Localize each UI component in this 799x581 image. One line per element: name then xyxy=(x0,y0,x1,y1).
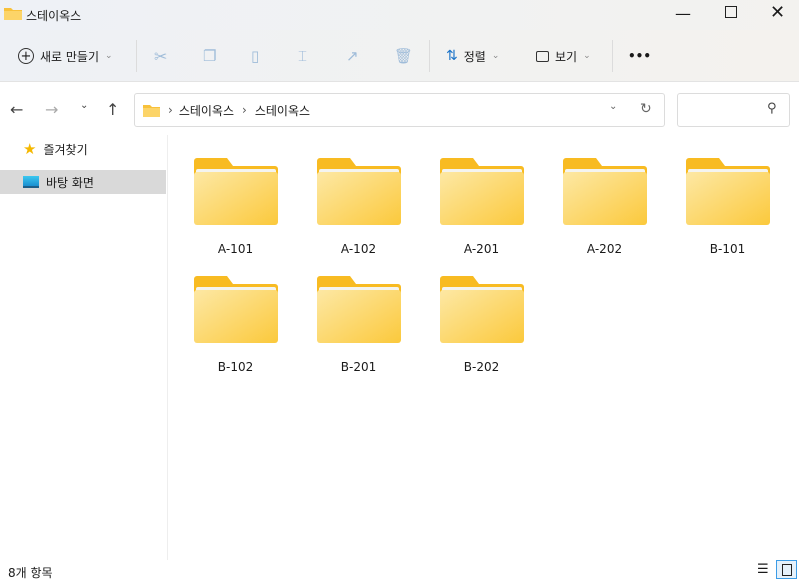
folder-icon xyxy=(685,158,770,225)
more-button[interactable]: ••• xyxy=(628,30,651,82)
folder-icon xyxy=(439,276,524,343)
folder-icon xyxy=(439,158,524,225)
item-count: 8개 항목 xyxy=(8,566,53,580)
chevron-down-icon: ⌄ xyxy=(491,51,500,61)
folder-name: A-101 xyxy=(217,242,254,256)
sort-label: 정렬 xyxy=(463,49,486,64)
new-button[interactable]: + 새로 만들기 ⌄ xyxy=(18,30,113,82)
folder-name: B-201 xyxy=(340,360,377,374)
folder-name: B-202 xyxy=(463,360,500,374)
command-bar: + 새로 만들기 ⌄ ✂ ❐ ▯ ⌶ ↗ 🗑︎ ⇅ 정렬 ⌄ 보기 ⌄ ••• xyxy=(0,30,799,82)
folder-name: A-201 xyxy=(463,242,500,256)
address-bar[interactable]: › 스테이옥스 › 스테이옥스 ⌄ ↻ xyxy=(134,93,665,127)
close-button[interactable]: ✕ xyxy=(770,2,785,23)
folder-icon xyxy=(316,158,401,225)
breadcrumb-separator: › xyxy=(242,103,247,117)
breadcrumb-item[interactable]: 스테이옥스 xyxy=(179,102,234,119)
cut-icon[interactable]: ✂ xyxy=(154,30,167,82)
share-icon[interactable]: ↗ xyxy=(346,30,359,82)
breadcrumb-item[interactable]: 스테이옥스 xyxy=(255,102,310,119)
status-bar: 8개 항목 ☰ xyxy=(0,560,799,580)
sort-button[interactable]: ⇅ 정렬 ⌄ xyxy=(446,30,499,82)
folder-name: A-202 xyxy=(586,242,623,256)
new-label: 새로 만들기 xyxy=(40,49,100,64)
view-icon xyxy=(536,50,549,62)
folder-item[interactable]: B-102 xyxy=(174,276,297,374)
breadcrumb-separator: › xyxy=(168,103,173,117)
folder-name: B-101 xyxy=(709,242,746,256)
details-view-button[interactable]: ☰ xyxy=(757,562,769,577)
view-label: 보기 xyxy=(555,49,578,64)
folder-item[interactable]: A-101 xyxy=(174,158,297,256)
tiles-icon xyxy=(782,564,792,576)
search-icon: ⚲ xyxy=(767,101,777,116)
sidebar-item-favorites[interactable]: ★ 즐겨찾기 xyxy=(0,137,166,161)
folder-item[interactable]: A-102 xyxy=(297,158,420,256)
search-input[interactable]: ⚲ xyxy=(677,93,790,127)
chevron-down-icon: ⌄ xyxy=(583,51,591,61)
maximize-button[interactable] xyxy=(725,6,737,18)
paste-icon[interactable]: ▯ xyxy=(251,30,259,82)
sidebar-item-label: 바탕 화면 xyxy=(46,175,94,190)
address-dropdown-icon[interactable]: ⌄ xyxy=(609,101,617,112)
back-button[interactable]: ← xyxy=(10,100,23,119)
folder-item[interactable]: B-201 xyxy=(297,276,420,374)
delete-icon[interactable]: 🗑︎ xyxy=(394,30,413,82)
minimize-button[interactable]: — xyxy=(675,4,691,23)
navigation-pane: ★ 즐겨찾기 바탕 화면 xyxy=(0,135,168,560)
folder-icon xyxy=(193,276,278,343)
copy-icon[interactable]: ❐ xyxy=(203,30,216,82)
forward-button[interactable]: → xyxy=(45,100,58,119)
folder-icon xyxy=(4,8,22,20)
recent-dropdown[interactable]: ⌄ xyxy=(80,100,88,111)
window-title: 스테이옥스 xyxy=(26,9,82,23)
star-icon: ★ xyxy=(23,140,37,158)
rename-icon[interactable]: ⌶ xyxy=(298,30,307,82)
folder-item[interactable]: B-101 xyxy=(666,158,789,256)
title-bar: 스테이옥스 — ✕ xyxy=(0,0,799,30)
folder-icon xyxy=(316,276,401,343)
view-button[interactable]: 보기 ⌄ xyxy=(536,30,591,82)
refresh-icon[interactable]: ↻ xyxy=(640,101,652,117)
folder-name: B-102 xyxy=(217,360,254,374)
folder-icon xyxy=(193,158,278,225)
sort-icon: ⇅ xyxy=(446,48,458,64)
sidebar-item-label: 즐겨찾기 xyxy=(43,142,88,157)
tiles-view-button[interactable] xyxy=(776,560,797,579)
folder-icon xyxy=(143,104,160,117)
up-button[interactable]: ↑ xyxy=(106,100,119,119)
folder-item[interactable]: A-201 xyxy=(420,158,543,256)
folder-icon xyxy=(562,158,647,225)
sidebar-item-desktop[interactable]: 바탕 화면 xyxy=(0,170,166,194)
desktop-icon xyxy=(23,176,39,188)
folder-name: A-102 xyxy=(340,242,377,256)
plus-icon: + xyxy=(18,48,34,64)
folder-item[interactable]: A-202 xyxy=(543,158,666,256)
folder-item[interactable]: B-202 xyxy=(420,276,543,374)
chevron-down-icon: ⌄ xyxy=(105,51,113,61)
